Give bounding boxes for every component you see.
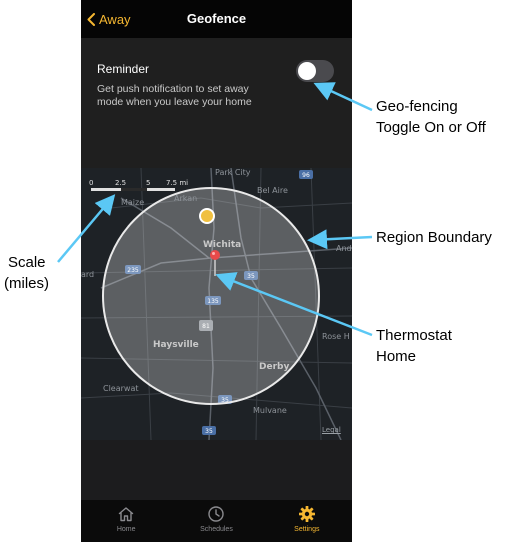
annotation-toggle-line1: Geo-fencing <box>376 98 458 115</box>
annotation-scale-line2: (miles) <box>4 275 49 292</box>
annotation-region-boundary: Region Boundary <box>376 229 492 246</box>
annotation-arrows <box>57 82 373 337</box>
annotation-toggle-line2: Toggle On or Off <box>376 119 486 136</box>
annotation-scale-line1: Scale <box>8 254 46 271</box>
annotation-thermostat-line1: Thermostat <box>376 327 452 344</box>
annotation-thermostat-line2: Home <box>376 348 417 365</box>
